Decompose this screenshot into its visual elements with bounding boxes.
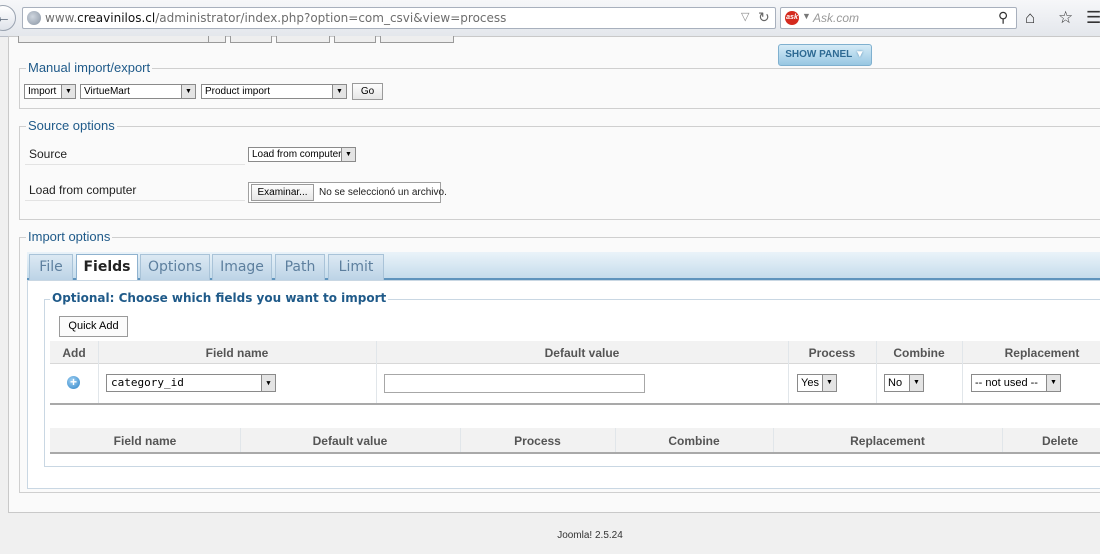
default-value-input[interactable] [384,374,645,393]
star-bookmark-icon[interactable]: ☆ [1058,8,1073,28]
header-default-value: Default value [544,346,620,360]
url-text: www.creavinilos.cl/administrator/index.p… [45,11,507,25]
toolbar-select-cut[interactable] [18,36,210,43]
home-icon[interactable]: ⌂ [1025,8,1035,28]
source-select[interactable]: Load from computer ▼ [248,147,356,162]
optional-fields-legend: Optional: Choose which fields you want t… [50,291,389,305]
import-options-legend: Import options [26,229,113,244]
load-from-computer-label: Load from computer [29,183,137,197]
browse-button[interactable]: Examinar... [251,184,314,201]
tab-file[interactable]: File [29,254,73,280]
source-label: Source [29,147,68,161]
list-header-field-name: Field name [113,434,177,448]
reload-icon[interactable]: ↻ [758,9,770,26]
add-plus-icon[interactable]: + [67,376,80,389]
chevron-down-icon[interactable]: ▼ [802,11,811,21]
tab-image[interactable]: Image [212,254,272,280]
action-select[interactable]: Import ▼ [24,84,76,99]
component-select[interactable]: VirtueMart ▼ [80,84,196,99]
footer-version: Joomla! 2.5.24 [557,530,623,541]
header-combine: Combine [893,346,945,360]
replacement-select[interactable]: -- not used -- ▼ [971,374,1061,392]
table-divider [50,403,1100,405]
toolbar-select-arrow[interactable] [208,36,226,43]
chevron-down-icon: ▼ [341,148,355,161]
toolbar-button-cut[interactable] [334,36,376,43]
divider [25,164,245,165]
source-options-fieldset: Source options [19,118,1100,220]
template-select[interactable]: Product import ▼ [201,84,347,99]
ask-logo-icon: ask [785,11,799,25]
toolbar-button-cut[interactable] [380,36,454,43]
header-add: Add [62,346,86,360]
search-input[interactable]: Ask.com [813,11,859,25]
field-name-select[interactable]: category_id ▼ [106,374,276,392]
chevron-down-icon: ▼ [1046,375,1060,391]
import-tabs: File Fields Options Image Path Limit [27,252,1100,282]
combine-select[interactable]: No ▼ [884,374,924,392]
bookmarks-list-icon[interactable]: ☰ [1086,8,1100,28]
chevron-down-icon: ▼ [261,375,275,391]
file-input[interactable]: Examinar... No se seleccionó un archivo. [248,182,447,203]
globe-icon [27,11,41,25]
quick-add-button[interactable]: Quick Add [59,316,128,337]
url-history-dropdown-icon[interactable]: ▽ [741,10,749,23]
list-header-combine: Combine [668,434,720,448]
toolbar-button-cut[interactable] [276,36,330,43]
tab-path[interactable]: Path [275,254,325,280]
divider [25,200,245,201]
tab-fields[interactable]: Fields [76,254,138,282]
list-header-process: Process [514,434,561,448]
chevron-down-icon: ▼ [854,49,865,60]
source-options-legend: Source options [26,118,117,133]
table-divider [50,452,1100,454]
toolbar-remnant [18,36,518,43]
toolbar-button-cut[interactable] [230,36,272,43]
go-button[interactable]: Go [352,83,383,100]
list-header-delete: Delete [1041,434,1078,448]
magnifier-icon[interactable]: ⚲ [998,9,1008,26]
list-header-default-value: Default value [312,434,388,448]
chevron-down-icon: ▼ [909,375,923,391]
search-bar[interactable]: ask ▼ Ask.com ⚲ [780,7,1017,29]
header-field-name: Field name [205,346,269,360]
chevron-down-icon: ▼ [332,85,346,98]
header-replacement: Replacement [1004,346,1080,360]
process-select[interactable]: Yes ▼ [797,374,837,392]
manual-import-export-legend: Manual import/export [26,60,153,75]
list-header-replacement: Replacement [850,434,925,448]
header-process: Process [808,346,856,360]
address-bar[interactable]: www.creavinilos.cl/administrator/index.p… [22,7,776,29]
tab-options[interactable]: Options [140,254,210,280]
chevron-down-icon: ▼ [181,85,195,98]
show-panel-button[interactable]: SHOW PANEL ▼ [778,44,872,66]
tab-limit[interactable]: Limit [328,254,384,280]
no-file-text: No se seleccionó un archivo. [319,187,447,198]
chevron-down-icon: ▼ [61,85,75,98]
chevron-down-icon: ▼ [822,375,836,391]
